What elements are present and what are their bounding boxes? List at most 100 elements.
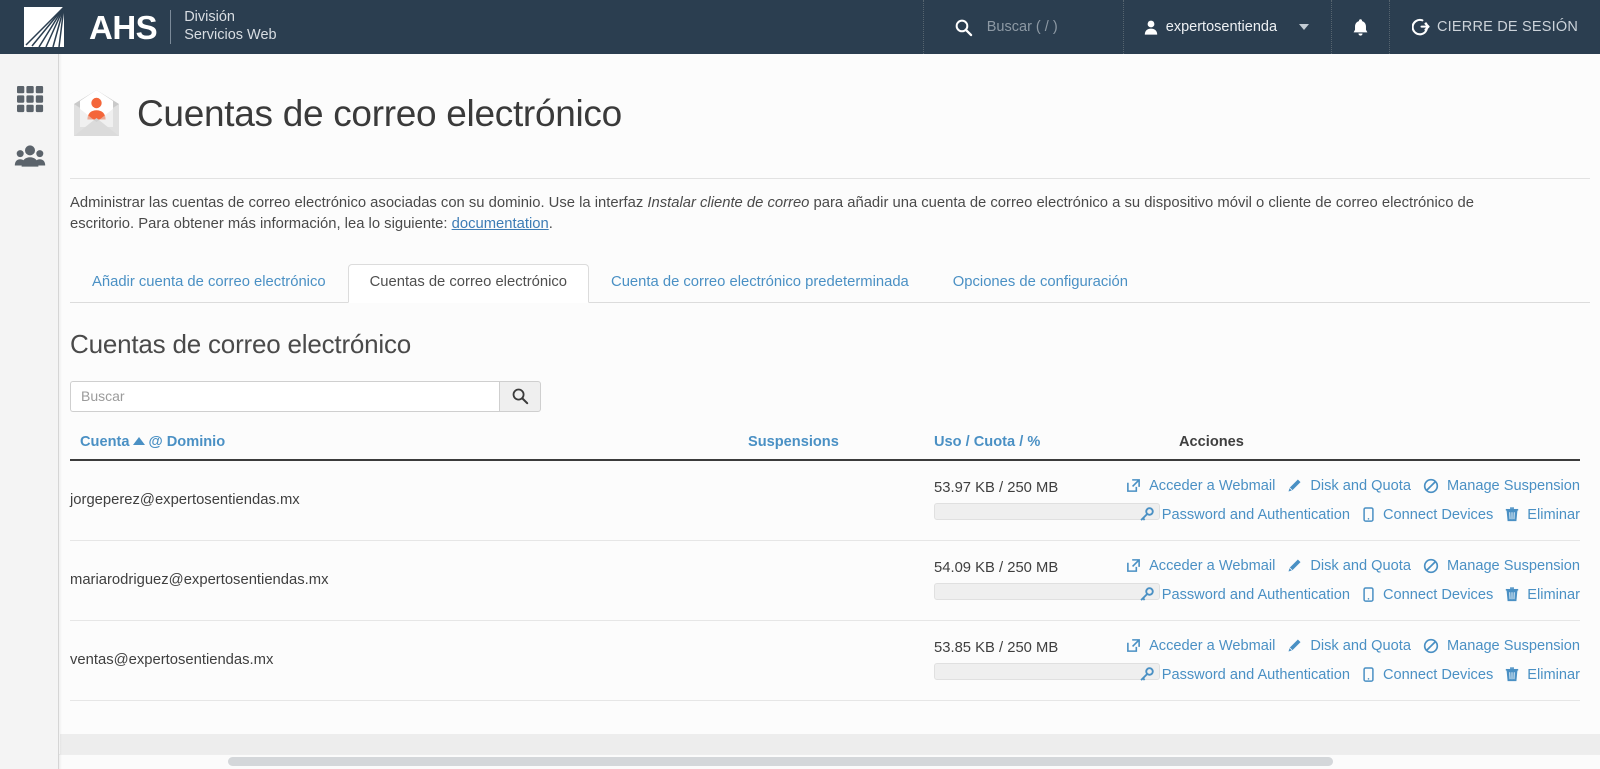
tab-add-email-account[interactable]: Añadir cuenta de correo electrónico xyxy=(70,264,348,303)
action-manage-suspension[interactable]: Manage Suspension xyxy=(1423,478,1580,494)
action-row-primary: Acceder a Webmail Disk and Quota Manage … xyxy=(1127,558,1580,574)
action-label: Eliminar xyxy=(1527,666,1580,683)
action-row-secondary: Password and Authentication Connect Devi… xyxy=(1140,667,1580,683)
column-header-account[interactable]: Cuenta @ Dominio xyxy=(70,433,748,461)
action-label: Connect Devices xyxy=(1382,506,1494,523)
action-access-webmail[interactable]: Acceder a Webmail xyxy=(1126,478,1275,494)
users-group-icon xyxy=(14,144,46,168)
action-disk-and-quota[interactable]: Disk and Quota xyxy=(1287,478,1411,494)
user-menu[interactable]: expertosentienda xyxy=(1122,0,1331,54)
horizontal-scrollbar-thumb[interactable] xyxy=(228,757,1333,766)
tab-bar: Añadir cuenta de correo electrónico Cuen… xyxy=(70,263,1590,303)
action-label: Password and Authentication xyxy=(1161,506,1350,523)
cell-account: ventas@expertosentiendas.mx xyxy=(70,652,274,669)
action-connect-devices[interactable]: Connect Devices xyxy=(1362,507,1493,523)
trash-icon xyxy=(1505,587,1519,602)
action-label: Manage Suspension xyxy=(1446,557,1580,574)
action-label: Manage Suspension xyxy=(1446,477,1580,494)
usage-progress-bar xyxy=(934,503,1160,521)
page-description-part3: . xyxy=(548,215,553,232)
key-icon xyxy=(1139,587,1154,602)
pencil-icon xyxy=(1287,478,1302,493)
action-label: Acceder a Webmail xyxy=(1149,557,1276,574)
documentation-link[interactable]: documentation xyxy=(452,216,549,232)
rail-shadow xyxy=(59,54,62,769)
logout-button[interactable]: CIERRE DE SESIÓN xyxy=(1389,0,1600,54)
cell-actions: Acceder a Webmail Disk and Quota Manage … xyxy=(1127,620,1580,700)
column-header-account-label: Cuenta xyxy=(80,433,130,450)
action-delete[interactable]: Eliminar xyxy=(1505,507,1580,523)
sort-asc-caret-icon xyxy=(133,437,146,446)
bell-icon xyxy=(1352,18,1369,37)
action-connect-devices[interactable]: Connect Devices xyxy=(1362,587,1493,603)
pencil-icon xyxy=(1287,638,1302,653)
trash-icon xyxy=(1505,507,1519,522)
action-password-and-authentication[interactable]: Password and Authentication xyxy=(1139,587,1350,603)
tab-email-accounts[interactable]: Cuentas de correo electrónico xyxy=(347,263,590,303)
search-input[interactable] xyxy=(70,380,499,412)
action-label: Eliminar xyxy=(1527,586,1580,603)
column-header-suspensions[interactable]: Suspensions xyxy=(748,433,934,461)
cell-suspensions xyxy=(748,540,934,620)
external-link-icon xyxy=(1126,638,1141,653)
grid-apps-icon xyxy=(16,85,44,113)
email-accounts-table: Cuenta @ Dominio Suspensions Uso / Cuota … xyxy=(70,433,1580,701)
search-submit-button[interactable] xyxy=(499,380,541,412)
column-header-use: Uso xyxy=(934,433,962,450)
mobile-phone-icon xyxy=(1362,587,1375,602)
top-navigation-bar: AHS División Servicios Web Buscar ( / ) … xyxy=(0,0,1600,54)
ahs-fan-logo-icon xyxy=(22,5,78,49)
column-header-actions: Acciones xyxy=(1179,433,1580,461)
brand-subtitle-line1: División xyxy=(184,9,235,26)
sidebar-item-apps[interactable] xyxy=(0,70,59,127)
action-label: Disk and Quota xyxy=(1310,637,1411,654)
column-header-sep-2: / xyxy=(1019,433,1024,450)
action-row-primary: Acceder a Webmail Disk and Quota Manage … xyxy=(1127,638,1580,654)
action-disk-and-quota[interactable]: Disk and Quota xyxy=(1287,558,1411,574)
ban-circle-slash-icon xyxy=(1423,478,1439,494)
action-label: Eliminar xyxy=(1527,506,1580,523)
content-bottom-strip xyxy=(60,734,1600,754)
table-row: mariarodriguez@expertosentiendas.mx 54.0… xyxy=(70,540,1580,621)
external-link-icon xyxy=(1126,478,1141,493)
brand-divider xyxy=(170,10,172,44)
header-divider xyxy=(70,177,1590,179)
notifications-button[interactable] xyxy=(1331,0,1389,54)
column-header-quota: Cuota xyxy=(973,433,1016,450)
action-access-webmail[interactable]: Acceder a Webmail xyxy=(1126,638,1275,654)
tab-configuration-options[interactable]: Opciones de configuración xyxy=(931,264,1150,303)
table-row: ventas@expertosentiendas.mx 53.85 KB / 2… xyxy=(70,620,1580,701)
table-header-row: Cuenta @ Dominio Suspensions Uso / Cuota … xyxy=(70,433,1580,461)
action-row-primary: Acceder a Webmail Disk and Quota Manage … xyxy=(1127,478,1580,494)
left-sidebar-rail xyxy=(0,54,59,769)
usage-progress-bar xyxy=(934,663,1160,681)
action-delete[interactable]: Eliminar xyxy=(1505,667,1580,683)
table-row: jorgeperez@expertosentiendas.mx 53.97 KB… xyxy=(70,460,1580,541)
external-link-icon xyxy=(1126,558,1141,573)
action-manage-suspension[interactable]: Manage Suspension xyxy=(1423,558,1580,574)
column-header-usage[interactable]: Uso / Cuota / % xyxy=(934,433,1179,461)
cell-suspensions xyxy=(748,460,934,541)
page-header: Cuentas de correo electrónico xyxy=(60,54,1600,160)
cell-actions: Acceder a Webmail Disk and Quota Manage … xyxy=(1127,460,1580,541)
action-connect-devices[interactable]: Connect Devices xyxy=(1362,667,1493,683)
cell-account: jorgeperez@expertosentiendas.mx xyxy=(70,492,300,509)
action-password-and-authentication[interactable]: Password and Authentication xyxy=(1139,667,1350,683)
action-label: Password and Authentication xyxy=(1161,586,1350,603)
brand-subtitle: División Servicios Web xyxy=(184,9,276,44)
sidebar-item-users[interactable] xyxy=(0,127,59,184)
action-manage-suspension[interactable]: Manage Suspension xyxy=(1423,638,1580,654)
action-row-secondary: Password and Authentication Connect Devi… xyxy=(1140,507,1580,523)
cell-suspensions xyxy=(748,620,934,700)
section-title: Cuentas de correo electrónico xyxy=(70,328,412,359)
brand-logo[interactable]: AHS División Servicios Web xyxy=(0,0,277,54)
action-password-and-authentication[interactable]: Password and Authentication xyxy=(1139,507,1350,523)
tab-default-email-account[interactable]: Cuenta de correo electrónico predetermin… xyxy=(589,264,931,303)
action-delete[interactable]: Eliminar xyxy=(1505,587,1580,603)
global-search[interactable]: Buscar ( / ) xyxy=(922,0,1123,54)
search-icon xyxy=(511,387,529,405)
action-disk-and-quota[interactable]: Disk and Quota xyxy=(1287,638,1411,654)
action-access-webmail[interactable]: Acceder a Webmail xyxy=(1126,558,1275,574)
page-description-emphasis: Instalar cliente de correo xyxy=(647,194,810,211)
username-label: expertosentienda xyxy=(1165,19,1278,35)
